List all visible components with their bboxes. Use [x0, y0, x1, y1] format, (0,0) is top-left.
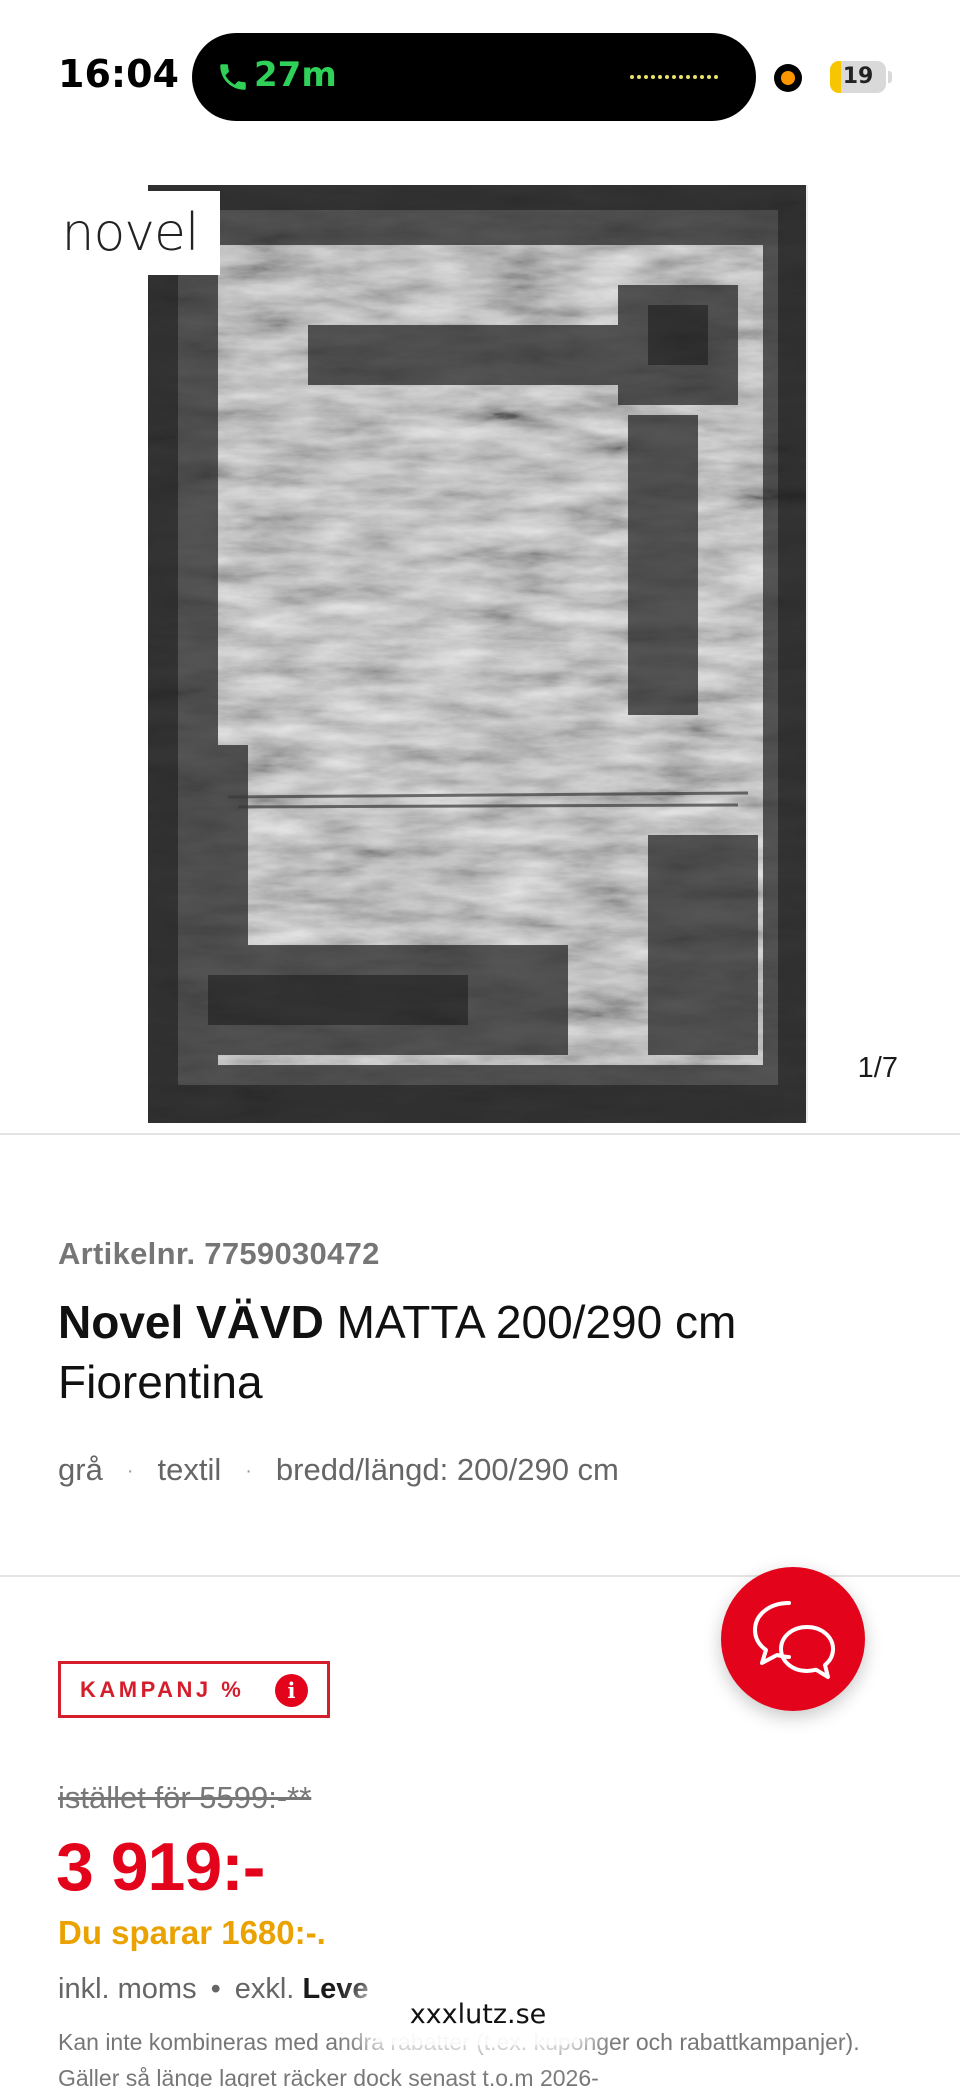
attribute-color: grå — [58, 1452, 103, 1487]
tax-delivery-line: inkl. moms • exkl. Leve — [58, 1973, 369, 2006]
product-image[interactable] — [148, 185, 808, 1123]
current-price: 3 919:- — [56, 1829, 265, 1905]
tax-included: inkl. moms — [58, 1973, 197, 2005]
brand-logo-text: novel — [61, 203, 200, 263]
brand-logo: novel — [40, 191, 220, 275]
info-icon[interactable]: i — [275, 1674, 308, 1707]
phone-icon — [220, 64, 246, 90]
attribute-dimensions: bredd/längd: 200/290 cm — [275, 1452, 619, 1487]
savings-text: Du sparar 1680:-. — [58, 1914, 326, 1951]
product-attributes: grå · textil · bredd/längd: 200/290 cm — [58, 1452, 619, 1488]
image-counter: 1/7 — [857, 1052, 898, 1084]
battery-cap — [888, 71, 892, 83]
product-image-gallery[interactable]: novel 1/7 — [0, 140, 960, 1134]
bullet-separator: • — [210, 1973, 221, 2005]
status-time: 16:04 — [58, 52, 179, 96]
chat-button[interactable] — [721, 1567, 865, 1711]
delivery-link[interactable]: Leve — [302, 1973, 368, 2005]
divider — [0, 1133, 960, 1135]
campaign-badge[interactable]: KAMPANJ % i — [58, 1661, 330, 1718]
battery-level: 19 — [842, 64, 874, 89]
battery-icon: 19 — [830, 61, 886, 93]
audio-waveform-icon — [630, 75, 718, 79]
product-title-brand: Novel VÄVD — [58, 1296, 324, 1348]
chat-bubbles-icon — [753, 1601, 835, 1679]
product-title: Novel VÄVD MATTA 200/290 cm Fiorentina — [58, 1292, 908, 1412]
browser-url-bar[interactable]: xxxlutz.se — [364, 1985, 592, 2045]
dynamic-island-call[interactable]: 27m — [192, 33, 756, 121]
recording-indicator-icon — [774, 64, 802, 92]
campaign-label: KAMPANJ % — [80, 1677, 245, 1702]
article-number: Artikelnr. 7759030472 — [58, 1236, 380, 1271]
attribute-separator: · — [126, 1460, 134, 1483]
delivery-excluded: exkl. — [234, 1973, 295, 2005]
attribute-separator: · — [245, 1460, 252, 1483]
attribute-material: textil — [157, 1452, 222, 1487]
old-price: istället för 5599:-** — [58, 1780, 312, 1815]
call-duration: 27m — [254, 55, 337, 95]
